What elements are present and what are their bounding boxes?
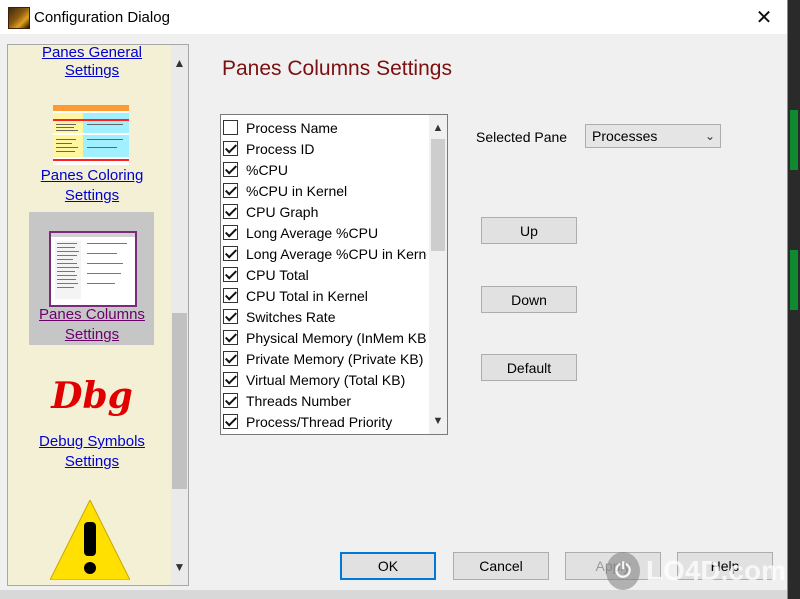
settings-sidebar: Panes General Settings Panes Coloring Se bbox=[7, 44, 189, 586]
columns-scrollbar[interactable]: ▲ ▼ bbox=[429, 115, 447, 434]
sidebar-item-debug-symbols-line1[interactable]: Debug Symbols bbox=[8, 432, 176, 452]
column-label: CPU Graph bbox=[246, 203, 319, 220]
down-button[interactable]: Down bbox=[481, 286, 577, 313]
column-checkbox-item[interactable]: CPU Total in Kernel bbox=[223, 285, 427, 306]
column-label: Virtual Memory (Total KB) bbox=[246, 371, 406, 388]
checkbox-checked[interactable] bbox=[223, 204, 238, 219]
column-checkbox-item[interactable]: %CPU in Kernel bbox=[223, 180, 427, 201]
list-scroll-up-icon[interactable]: ▲ bbox=[429, 117, 447, 139]
column-label: Long Average %CPU in Kernel bbox=[246, 245, 427, 262]
columns-listbox[interactable]: Process Name Process ID %CPU %CPU in Kernel… bbox=[220, 114, 448, 435]
selected-pane-label: Selected Pane bbox=[476, 129, 568, 145]
column-label: Long Average %CPU bbox=[246, 224, 379, 241]
title-bar: Configuration Dialog ✕ bbox=[0, 0, 787, 34]
sidebar-item-debug-symbols[interactable]: Settings bbox=[8, 452, 176, 472]
checkbox-checked[interactable] bbox=[223, 372, 238, 387]
column-checkbox-item[interactable]: CPU Graph bbox=[223, 201, 427, 222]
sidebar-item-panes-columns-line1[interactable]: Panes Columns bbox=[8, 305, 176, 325]
selected-pane-dropdown[interactable]: Processes ⌄ bbox=[585, 124, 721, 148]
column-label: %CPU in Kernel bbox=[246, 182, 348, 199]
column-checkbox-item[interactable]: Process/Thread Priority bbox=[223, 411, 427, 432]
checkbox-checked[interactable] bbox=[223, 414, 238, 429]
sidebar-scroll-down-icon[interactable]: ▼ bbox=[171, 557, 188, 577]
column-label: Threads Number bbox=[246, 392, 352, 409]
debug-symbols-logo[interactable]: Dbg bbox=[8, 375, 176, 417]
column-label: Private Memory (Private KB) bbox=[246, 350, 424, 367]
list-scroll-down-icon[interactable]: ▼ bbox=[429, 410, 447, 432]
column-checkbox-item[interactable]: Private Memory (Private KB) bbox=[223, 348, 427, 369]
watermark-text: LO4D.com bbox=[645, 555, 786, 586]
sidebar-scrollbar[interactable]: ▲ ▼ bbox=[171, 45, 188, 585]
sidebar-item-panes-columns[interactable]: Settings bbox=[8, 325, 176, 345]
sidebar-item-panes-coloring-line1[interactable]: Panes Coloring bbox=[8, 166, 176, 186]
columns-list: Process Name Process ID %CPU %CPU in Kernel… bbox=[221, 115, 427, 434]
column-label: Process/Thread Priority bbox=[246, 413, 393, 430]
chevron-down-icon: ⌄ bbox=[704, 129, 715, 143]
checkbox-checked[interactable] bbox=[223, 330, 238, 345]
column-label: CPU Total in Kernel bbox=[246, 287, 368, 304]
page-title: Panes Columns Settings bbox=[222, 57, 452, 80]
column-label: Process Name bbox=[246, 119, 338, 136]
checkbox-checked[interactable] bbox=[223, 393, 238, 408]
column-checkbox-item[interactable]: Long Average %CPU bbox=[223, 222, 427, 243]
checkbox-checked[interactable] bbox=[223, 267, 238, 282]
background-strip bbox=[788, 0, 800, 599]
selected-pane-value: Processes bbox=[592, 128, 658, 144]
checkbox-checked[interactable] bbox=[223, 225, 238, 240]
checkbox-checked[interactable] bbox=[223, 351, 238, 366]
up-button[interactable]: Up bbox=[481, 217, 577, 244]
watermark: ⏻ LO4D.com bbox=[606, 546, 786, 596]
close-button[interactable]: ✕ bbox=[741, 0, 787, 34]
list-scroll-thumb[interactable] bbox=[431, 139, 445, 251]
column-checkbox-item[interactable]: CPU Total bbox=[223, 264, 427, 285]
column-checkbox-item[interactable]: Process ID bbox=[223, 138, 427, 159]
checkbox-checked[interactable] bbox=[223, 141, 238, 156]
cancel-button[interactable]: Cancel bbox=[453, 552, 549, 580]
checkbox-checked[interactable] bbox=[223, 246, 238, 261]
warning-icon[interactable] bbox=[49, 498, 131, 585]
app-icon bbox=[8, 7, 30, 29]
checkbox-checked[interactable] bbox=[223, 309, 238, 324]
sidebar-item-panes-general[interactable]: Settings bbox=[8, 61, 176, 81]
panes-coloring-thumbnail[interactable] bbox=[53, 105, 129, 165]
column-checkbox-item[interactable]: Threads Number bbox=[223, 390, 427, 411]
column-label: CPU Total bbox=[246, 266, 309, 283]
watermark-logo-icon: ⏻ bbox=[606, 552, 640, 590]
window-title: Configuration Dialog bbox=[34, 9, 170, 26]
background-graph bbox=[790, 250, 798, 310]
background-graph bbox=[790, 110, 798, 170]
configuration-dialog: Configuration Dialog ✕ Panes General Set… bbox=[0, 0, 788, 599]
panes-columns-thumbnail[interactable] bbox=[49, 231, 137, 307]
column-label: Switches Rate bbox=[246, 308, 336, 325]
column-checkbox-item[interactable]: Process Name bbox=[223, 117, 427, 138]
sidebar-scroll-up-icon[interactable]: ▲ bbox=[171, 53, 188, 73]
column-label: %CPU bbox=[246, 161, 289, 178]
column-label: Physical Memory (InMem KB) bbox=[246, 329, 427, 346]
column-checkbox-item[interactable]: Virtual Memory (Total KB) bbox=[223, 369, 427, 390]
checkbox-checked[interactable] bbox=[223, 288, 238, 303]
checkbox-unchecked[interactable] bbox=[223, 120, 238, 135]
column-checkbox-item[interactable]: Long Average %CPU in Kernel bbox=[223, 243, 427, 264]
checkbox-checked[interactable] bbox=[223, 162, 238, 177]
ok-button[interactable]: OK bbox=[340, 552, 436, 580]
column-checkbox-item[interactable]: Physical Memory (InMem KB) bbox=[223, 327, 427, 348]
column-checkbox-item[interactable]: %CPU bbox=[223, 159, 427, 180]
column-checkbox-item[interactable]: Switches Rate bbox=[223, 306, 427, 327]
sidebar-item-panes-coloring[interactable]: Settings bbox=[8, 186, 176, 206]
checkbox-checked[interactable] bbox=[223, 183, 238, 198]
sidebar-scroll-thumb[interactable] bbox=[172, 313, 187, 489]
default-button[interactable]: Default bbox=[481, 354, 577, 381]
column-label: Process ID bbox=[246, 140, 315, 157]
